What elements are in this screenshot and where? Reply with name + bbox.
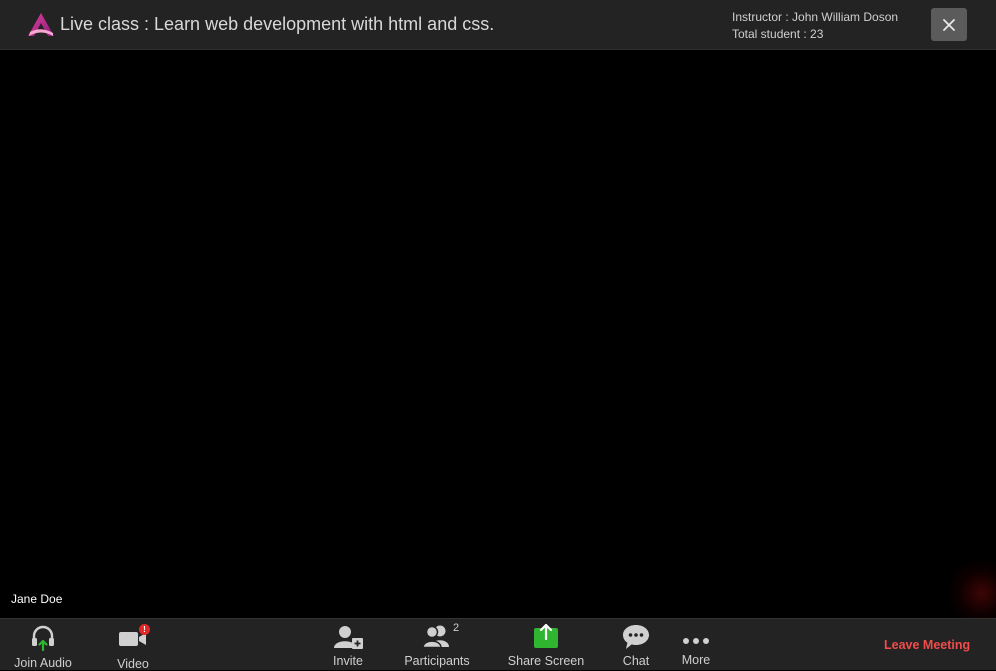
instructor-label: Instructor : John William Doson xyxy=(732,10,899,24)
video-area: Jane Doe xyxy=(0,50,996,620)
chat-button[interactable]: Chat xyxy=(611,619,661,671)
participants-icon xyxy=(422,625,449,648)
join-audio-label: Join Audio xyxy=(14,656,72,670)
more-label: More xyxy=(681,653,711,667)
invite-button[interactable]: Invite xyxy=(318,619,378,671)
class-meta: Instructor : John William Doson Total st… xyxy=(732,9,898,43)
headphones-icon xyxy=(32,625,54,651)
video-alert-badge: ! xyxy=(139,624,150,635)
close-button[interactable] xyxy=(931,8,967,41)
share-screen-button[interactable]: Share Screen xyxy=(504,619,588,671)
meeting-toolbar: Join Audio ! Video Invite 2 Participants xyxy=(0,618,996,671)
chat-bubble-icon xyxy=(623,625,649,649)
participants-button[interactable]: 2 Participants xyxy=(398,619,476,671)
leave-meeting-button[interactable]: Leave Meeting xyxy=(884,638,970,652)
more-button[interactable]: More xyxy=(671,619,721,671)
share-screen-icon xyxy=(534,623,558,648)
participants-label: Participants xyxy=(404,654,470,668)
top-bar: Live class : Learn web development with … xyxy=(0,0,996,50)
close-icon xyxy=(943,18,955,31)
video-button[interactable]: ! Video xyxy=(103,619,163,671)
total-students-label: Total student : 23 xyxy=(732,27,824,41)
share-screen-label: Share Screen xyxy=(507,654,585,668)
app-logo-icon xyxy=(28,13,54,36)
join-audio-button[interactable]: Join Audio xyxy=(8,619,78,671)
invite-label: Invite xyxy=(333,654,363,668)
video-artifact xyxy=(948,560,996,620)
participant-name: Jane Doe xyxy=(11,592,63,606)
add-user-icon xyxy=(334,626,363,649)
more-dots-icon xyxy=(683,638,709,644)
class-title: Live class : Learn web development with … xyxy=(60,14,495,34)
video-label: Video xyxy=(117,657,149,671)
chat-label: Chat xyxy=(622,654,650,668)
participants-count: 2 xyxy=(453,622,460,634)
